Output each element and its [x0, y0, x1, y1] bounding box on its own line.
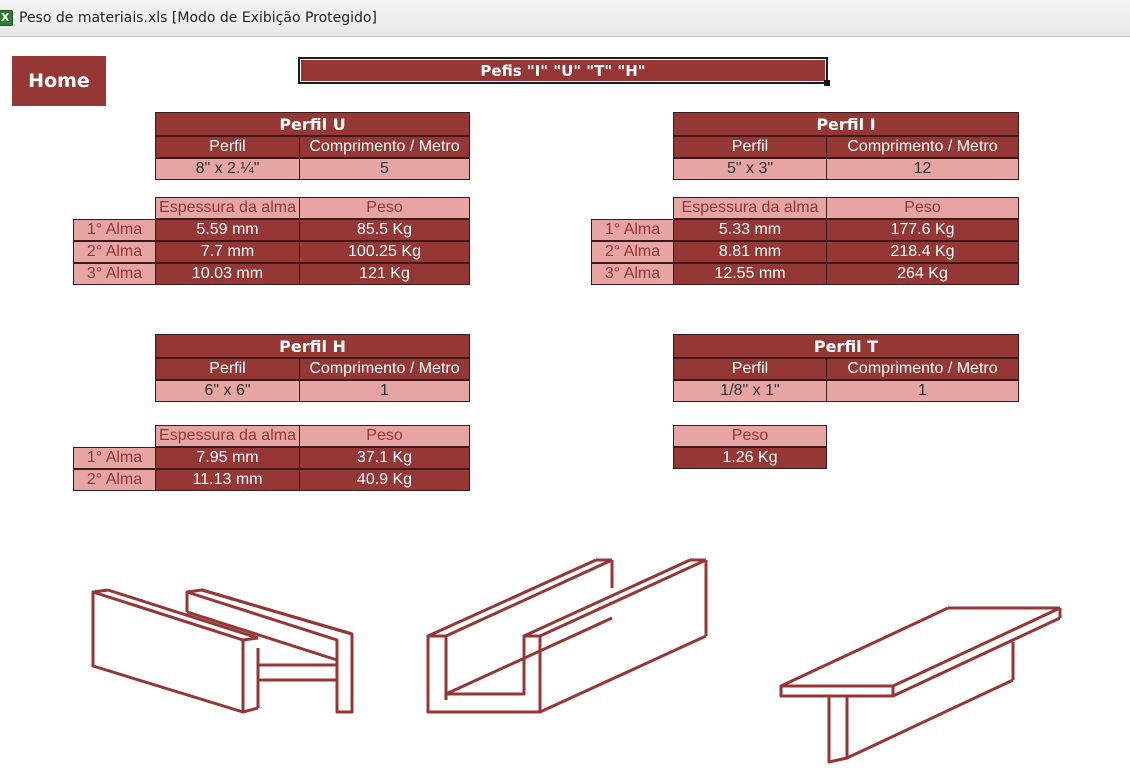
perfil-i-col-peso: Peso	[826, 197, 1019, 219]
perfil-i-row-label: 2° Alma	[591, 241, 674, 263]
perfil-i-row-label: 3° Alma	[591, 263, 674, 285]
perfil-u-row-label: 3° Alma	[73, 263, 156, 285]
excel-file-icon	[0, 10, 13, 26]
t-profile-drawing	[779, 606, 1062, 764]
perfil-i-espessura-cell: 12.55 mm	[673, 263, 827, 285]
perfil-h-comprimento-input[interactable]: 1	[299, 380, 470, 402]
perfil-i-perfil-input[interactable]: 5" x 3"	[673, 158, 827, 180]
perfil-h-col-espessura: Espessura da alma	[155, 425, 300, 447]
perfil-u-title: Perfil U	[155, 112, 470, 136]
perfil-h-col-perfil: Perfil	[155, 358, 300, 380]
perfil-t-title: Perfil T	[673, 334, 1019, 358]
perfil-u-espessura-cell: 5.59 mm	[155, 219, 300, 241]
perfil-u-row-label: 2° Alma	[73, 241, 156, 263]
perfil-u-peso-cell: 100.25 Kg	[299, 241, 470, 263]
perfil-i-peso-cell: 177.6 Kg	[826, 219, 1019, 241]
perfil-u-perfil-input[interactable]: 8" x 2.¼"	[155, 158, 300, 180]
perfil-h-row-label: 2° Alma	[73, 469, 156, 491]
perfil-h-title: Perfil H	[155, 334, 470, 358]
perfil-h-peso-cell: 37.1 Kg	[299, 447, 470, 469]
fill-handle[interactable]	[824, 80, 830, 86]
window-title: Peso de materiais.xls [Modo de Exibição …	[19, 10, 377, 26]
perfil-h-col-peso: Peso	[299, 425, 470, 447]
perfil-h-peso-cell: 40.9 Kg	[299, 469, 470, 491]
window-titlebar: Peso de materiais.xls [Modo de Exibição …	[0, 0, 1130, 37]
perfil-h-perfil-input[interactable]: 6" x 6"	[155, 380, 300, 402]
perfil-i-title: Perfil I	[673, 112, 1019, 136]
perfil-t-comprimento-input[interactable]: 1	[826, 380, 1019, 402]
perfil-h-espessura-cell: 7.95 mm	[155, 447, 300, 469]
perfil-i-row-label: 1° Alma	[591, 219, 674, 241]
perfil-i-espessura-cell: 8.81 mm	[673, 241, 827, 263]
perfil-i-comprimento-input[interactable]: 12	[826, 158, 1019, 180]
perfil-i-peso-cell: 264 Kg	[826, 263, 1019, 285]
h-profile-drawing	[91, 588, 354, 714]
u-profile-drawing	[426, 558, 708, 714]
perfil-i-col-perfil: Perfil	[673, 136, 827, 158]
perfil-u-col-comprimento: Comprimento / Metro	[299, 136, 470, 158]
main-header-cell[interactable]: Pefis "I" "U" "T" "H"	[298, 57, 830, 86]
perfil-i-col-espessura: Espessura da alma	[673, 197, 827, 219]
perfil-i-col-comprimento: Comprimento / Metro	[826, 136, 1019, 158]
perfil-h-row-label: 1° Alma	[73, 447, 156, 469]
perfil-t-col-perfil: Perfil	[673, 358, 827, 380]
perfil-i-espessura-cell: 5.33 mm	[673, 219, 827, 241]
perfil-u-espessura-cell: 7.7 mm	[155, 241, 300, 263]
perfil-t-perfil-input[interactable]: 1/8" x 1"	[673, 380, 827, 402]
perfil-u-row-label: 1° Alma	[73, 219, 156, 241]
perfil-t-col-peso: Peso	[673, 425, 827, 447]
perfil-u-comprimento-input[interactable]: 5	[299, 158, 470, 180]
main-header-text: Pefis "I" "U" "T" "H"	[480, 61, 646, 80]
perfil-u-peso-cell: 121 Kg	[299, 263, 470, 285]
perfil-u-col-peso: Peso	[299, 197, 470, 219]
perfil-u-peso-cell: 85.5 Kg	[299, 219, 470, 241]
perfil-u-col-espessura: Espessura da alma	[155, 197, 300, 219]
perfil-u-col-perfil: Perfil	[155, 136, 300, 158]
perfil-t-col-comprimento: Comprimento / Metro	[826, 358, 1019, 380]
perfil-u-espessura-cell: 10.03 mm	[155, 263, 300, 285]
perfil-h-col-comprimento: Comprimento / Metro	[299, 358, 470, 380]
profile-drawings	[91, 558, 1062, 764]
perfil-h-espessura-cell: 11.13 mm	[155, 469, 300, 491]
home-button[interactable]: Home	[12, 56, 106, 106]
perfil-i-peso-cell: 218.4 Kg	[826, 241, 1019, 263]
perfil-t-peso-cell: 1.26 Kg	[673, 447, 827, 469]
